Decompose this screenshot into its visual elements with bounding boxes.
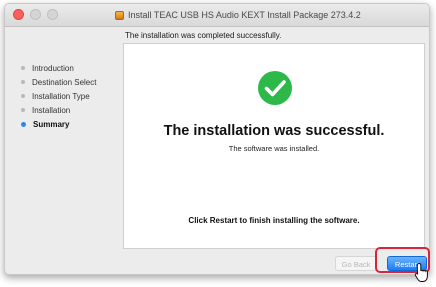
installer-window: Install TEAC USB HS Audio KEXT Install P… [4,3,430,275]
step-label: Destination Select [32,77,97,87]
close-window-button[interactable] [13,9,24,20]
step-destination-select: Destination Select [21,75,121,89]
success-headline: The installation was successful. [163,123,385,139]
step-label: Summary [33,119,70,129]
window-title: Install TEAC USB HS Audio KEXT Install P… [115,8,361,22]
step-label: Introduction [32,63,74,73]
zoom-window-button[interactable] [47,9,58,20]
step-label: Installation [32,105,71,115]
step-bullet-icon [21,66,25,70]
steps-sidebar: Introduction Destination Select Installa… [21,61,121,131]
step-bullet-icon [21,121,26,127]
checkmark-circle-icon [258,71,292,105]
hand-pointer-icon [414,262,428,282]
step-summary: Summary [21,117,121,131]
minimize-window-button[interactable] [30,9,41,20]
content-panel: The installation was successful. The sof… [123,43,425,249]
step-bullet-icon [21,108,25,112]
step-label: Installation Type [32,91,90,101]
step-introduction: Introduction [21,61,121,75]
package-icon [115,10,124,20]
step-installation: Installation [21,103,121,117]
step-bullet-icon [21,80,25,84]
go-back-button[interactable]: Go Back [335,256,377,271]
restart-instruction: Click Restart to finish installing the s… [188,216,360,225]
success-message: The software was installed. [228,144,320,153]
window-title-text: Install TEAC USB HS Audio KEXT Install P… [128,10,361,20]
step-installation-type: Installation Type [21,89,121,103]
step-bullet-icon [21,94,25,98]
status-subheader: The installation was completed successfu… [125,31,282,40]
title-bar: Install TEAC USB HS Audio KEXT Install P… [5,4,429,27]
